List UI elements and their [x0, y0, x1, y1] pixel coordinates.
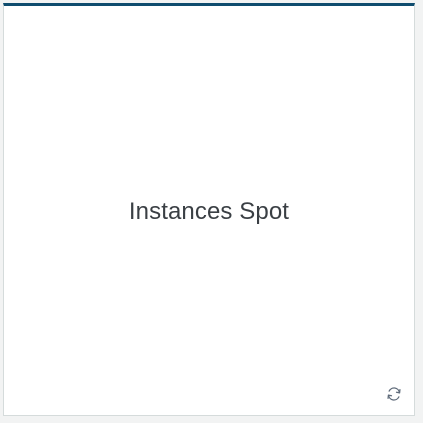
- instances-spot-tile[interactable]: Instances Spot: [3, 3, 415, 416]
- tile-title: Instances Spot: [128, 198, 290, 225]
- refresh-button[interactable]: [383, 385, 405, 407]
- refresh-icon: [385, 385, 403, 408]
